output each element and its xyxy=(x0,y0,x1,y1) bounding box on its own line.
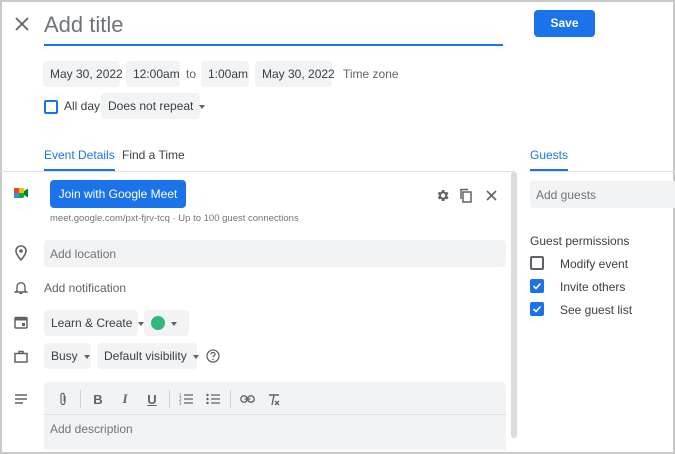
calendar-name: Learn & Create xyxy=(51,316,133,330)
remove-meet-icon[interactable] xyxy=(482,186,500,204)
to-label: to xyxy=(186,67,197,81)
end-time-text: 1:00am xyxy=(208,67,249,81)
tab-event-details-label: Event Details xyxy=(44,148,115,162)
link-icon[interactable] xyxy=(238,390,256,408)
add-notification-button[interactable]: Add notification xyxy=(44,281,126,295)
bulleted-list-icon[interactable] xyxy=(204,390,222,408)
guests-input[interactable]: Add guests xyxy=(530,181,675,208)
bell-icon xyxy=(13,279,29,295)
save-label: Save xyxy=(550,16,579,30)
description-icon xyxy=(13,391,29,407)
all-day-label: All day xyxy=(64,99,101,113)
checkmark-icon xyxy=(532,305,542,313)
chevron-down-icon xyxy=(192,354,199,359)
event-color-dropdown[interactable] xyxy=(144,310,189,336)
invite-others-label: Invite others xyxy=(560,280,626,294)
meet-limit-text: · Up to 100 guest connections xyxy=(169,213,299,224)
bold-icon[interactable]: B xyxy=(89,390,107,408)
chevron-down-icon xyxy=(199,104,206,109)
tab-find-time-label: Find a Time xyxy=(122,148,185,162)
tab-guests[interactable]: Guests xyxy=(530,146,569,171)
italic-icon[interactable]: I xyxy=(116,390,134,408)
clear-formatting-icon[interactable] xyxy=(265,390,283,408)
tab-find-time[interactable]: Find a Time xyxy=(122,146,185,171)
title-input[interactable]: Add title xyxy=(44,8,503,46)
checkmark-icon xyxy=(532,282,542,290)
busy-dropdown[interactable]: Busy xyxy=(44,343,91,369)
tab-guests-label: Guests xyxy=(530,148,569,162)
tab-divider xyxy=(0,171,515,172)
visibility-dropdown[interactable]: Default visibility xyxy=(97,343,199,369)
end-date-chip[interactable]: May 30, 2022 xyxy=(255,61,335,87)
toolbar-separator xyxy=(80,390,81,408)
end-time-chip[interactable]: 1:00am xyxy=(201,61,249,87)
description-placeholder: Add description xyxy=(50,422,133,436)
settings-icon[interactable] xyxy=(433,186,451,204)
guests-divider xyxy=(530,171,675,172)
start-time-text: 12:00am xyxy=(133,67,180,81)
modify-event-checkbox[interactable] xyxy=(530,256,544,270)
toolbar-separator xyxy=(169,390,170,408)
chevron-down-icon xyxy=(83,354,90,359)
join-meet-label: Join with Google Meet xyxy=(58,187,178,201)
meet-link-info: meet.google.com/pxt-fjrv-tcq · Up to 100… xyxy=(50,213,299,224)
busy-value: Busy xyxy=(51,349,78,363)
guests-input-placeholder: Add guests xyxy=(536,188,597,202)
all-day-checkbox[interactable] xyxy=(44,100,58,114)
start-time-chip[interactable]: 12:00am xyxy=(126,61,180,87)
start-date-chip[interactable]: May 30, 2022 xyxy=(43,61,123,87)
help-icon[interactable] xyxy=(205,348,221,364)
event-color-swatch xyxy=(151,315,165,330)
title-placeholder: Add title xyxy=(44,12,124,37)
toolbar-divider xyxy=(44,414,506,415)
svg-text:3: 3 xyxy=(179,401,182,405)
scrollbar[interactable] xyxy=(511,172,517,438)
toolbar-separator xyxy=(230,390,231,408)
location-pin-icon xyxy=(13,245,29,261)
save-button[interactable]: Save xyxy=(534,10,595,37)
calendar-dropdown[interactable]: Learn & Create xyxy=(44,310,145,336)
google-meet-icon xyxy=(13,185,29,201)
see-guest-list-checkbox[interactable] xyxy=(530,302,544,316)
timezone-button[interactable]: Time zone xyxy=(343,67,399,81)
underline-icon[interactable]: U xyxy=(143,390,161,408)
briefcase-icon xyxy=(13,348,29,364)
repeat-dropdown[interactable]: Does not repeat xyxy=(101,93,206,119)
end-date-text: May 30, 2022 xyxy=(262,67,335,81)
start-date-text: May 30, 2022 xyxy=(50,67,123,81)
attachment-icon[interactable] xyxy=(54,390,72,408)
calendar-icon xyxy=(13,314,29,330)
guest-permissions-title: Guest permissions xyxy=(530,234,630,248)
close-icon[interactable] xyxy=(12,14,32,34)
location-placeholder: Add location xyxy=(50,247,117,261)
copy-icon[interactable] xyxy=(457,186,475,204)
invite-others-checkbox[interactable] xyxy=(530,279,544,293)
location-input[interactable]: Add location xyxy=(44,240,506,267)
join-meet-button[interactable]: Join with Google Meet xyxy=(50,180,186,208)
modify-event-label: Modify event xyxy=(560,257,629,271)
repeat-value: Does not repeat xyxy=(108,99,194,113)
chevron-down-icon xyxy=(171,321,177,326)
see-guest-list-label: See guest list xyxy=(560,303,633,317)
visibility-value: Default visibility xyxy=(104,349,187,363)
meet-link[interactable]: meet.google.com/pxt-fjrv-tcq xyxy=(50,213,170,224)
numbered-list-icon[interactable]: 123 xyxy=(177,390,195,408)
tab-event-details[interactable]: Event Details xyxy=(44,146,115,171)
